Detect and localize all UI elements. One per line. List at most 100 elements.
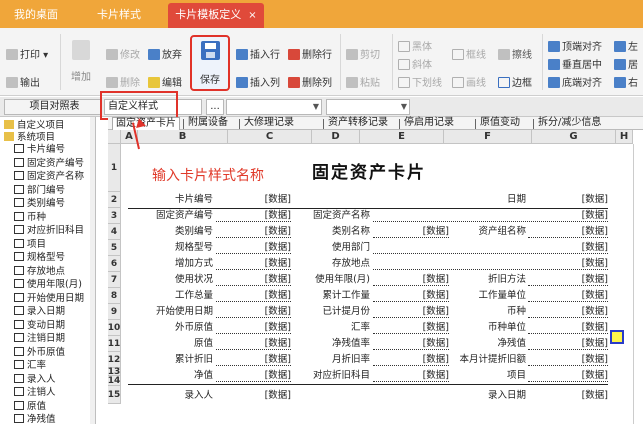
column-header[interactable]: F <box>444 130 532 144</box>
tab-card-template[interactable]: 卡片模板定义 × <box>168 3 264 28</box>
row-header[interactable]: 6 <box>108 256 121 272</box>
row-header[interactable]: 7 <box>108 272 121 288</box>
delete-button[interactable]: 删除 <box>106 76 140 92</box>
column-header[interactable]: B <box>138 130 228 144</box>
tree-item[interactable]: 录入日期 <box>14 306 65 317</box>
discard-button[interactable]: 放弃 <box>148 48 182 64</box>
paste-button[interactable]: 粘贴 <box>346 76 380 92</box>
tree-item[interactable]: 币种 <box>14 211 46 223</box>
scrollbar[interactable] <box>90 117 95 424</box>
bold-button[interactable]: 黑体 <box>398 40 432 56</box>
tree-item[interactable]: 注销日期 <box>14 333 65 344</box>
tree-item[interactable]: 固定资产编号 <box>14 157 84 169</box>
data-field[interactable]: [数据] <box>373 226 449 238</box>
data-field[interactable]: [数据] <box>216 226 291 238</box>
tab-desktop[interactable]: 我的桌面 <box>8 3 64 28</box>
data-field[interactable]: [数据] <box>373 354 449 366</box>
tree-item[interactable]: 注销人 <box>14 387 56 398</box>
data-field[interactable]: [数据] <box>216 322 291 334</box>
data-field[interactable]: [数据] <box>373 338 449 350</box>
align-center-button[interactable]: 居 <box>614 58 638 74</box>
tree-item[interactable]: 变动日期 <box>14 319 65 331</box>
tree-item[interactable]: 净残值 <box>14 414 56 424</box>
tab-card-style[interactable]: 卡片样式 <box>90 3 148 28</box>
column-header[interactable]: D <box>312 130 360 144</box>
font-select[interactable]: ▼ <box>226 99 322 115</box>
add-button[interactable]: 增加 <box>66 40 96 83</box>
data-field[interactable]: [数据] <box>373 306 449 318</box>
erase-line-button[interactable]: 擦线 <box>498 48 532 64</box>
data-field[interactable]: [数据] <box>528 274 608 286</box>
row-header[interactable]: 9 <box>108 304 121 320</box>
row-header[interactable]: 8 <box>108 288 121 304</box>
data-field[interactable]: [数据] <box>216 370 291 382</box>
data-field[interactable]: [数据] <box>373 258 608 270</box>
column-header[interactable]: E <box>360 130 444 144</box>
tree-item[interactable]: 对应折旧科目 <box>14 225 84 236</box>
data-field[interactable]: [数据] <box>528 322 608 334</box>
card-tab[interactable]: 固定资产卡片 <box>112 117 180 130</box>
align-right-button[interactable]: 右 <box>614 76 638 92</box>
tree-item[interactable]: 项目 <box>14 238 46 250</box>
card-tab[interactable]: 资产转移记录 <box>328 117 388 130</box>
tree-item[interactable]: 规格型号 <box>14 252 65 263</box>
project-mapping-button[interactable]: 项目对照表 <box>4 99 102 115</box>
border-button[interactable]: 边框 <box>498 76 532 92</box>
data-field[interactable]: [数据] <box>373 210 608 222</box>
column-header[interactable]: C <box>228 130 312 144</box>
underline-button[interactable]: 下划线 <box>398 76 442 92</box>
data-field[interactable]: [数据] <box>528 370 608 382</box>
data-field[interactable]: [数据] <box>216 290 291 302</box>
align-left-button[interactable]: 左 <box>614 40 638 56</box>
data-field[interactable]: [数据] <box>216 390 291 402</box>
more-button[interactable]: ... <box>206 99 224 115</box>
data-field[interactable]: [数据] <box>528 226 608 238</box>
data-field[interactable]: [数据] <box>373 274 449 286</box>
data-field[interactable]: [数据] <box>528 194 608 206</box>
align-top-button[interactable]: 顶端对齐 <box>548 40 602 56</box>
row-header[interactable]: 14 <box>108 376 121 386</box>
card-tab[interactable]: 原值变动 <box>480 117 520 130</box>
edit-button[interactable]: 编辑 <box>148 76 182 92</box>
column-header[interactable]: G <box>532 130 616 144</box>
draw-line-button[interactable]: 画线 <box>452 76 486 92</box>
delete-row-button[interactable]: 删除行 <box>288 48 332 64</box>
tree-item[interactable]: 外币原值 <box>14 346 65 358</box>
insert-col-button[interactable]: 插入列 <box>236 76 280 92</box>
tree-item[interactable]: 固定资产名称 <box>14 171 84 182</box>
tree-root[interactable]: 自定义项目 <box>4 120 65 131</box>
tree-item[interactable]: 使用年限(月) <box>14 279 82 290</box>
row-header[interactable]: 3 <box>108 208 121 224</box>
card-tab[interactable]: 拆分/减少信息 <box>538 117 601 130</box>
export-button[interactable]: 输出 <box>6 76 40 92</box>
data-field[interactable]: [数据] <box>373 290 449 302</box>
save-button[interactable]: 保存 <box>190 35 230 91</box>
row-header[interactable]: 2 <box>108 192 121 208</box>
tree-item[interactable]: 汇率 <box>14 360 46 371</box>
data-field[interactable]: [数据] <box>528 390 608 402</box>
data-field[interactable]: [数据] <box>528 290 608 302</box>
data-field[interactable]: [数据] <box>528 354 608 366</box>
data-field[interactable]: [数据] <box>528 306 608 318</box>
row-header[interactable]: 1 <box>108 144 121 192</box>
data-field[interactable]: [数据] <box>216 258 291 270</box>
tree-item[interactable]: 原值 <box>14 400 46 412</box>
tree-item[interactable]: 存放地点 <box>14 265 65 277</box>
card-tab[interactable]: 停启用记录 <box>404 117 454 130</box>
cut-button[interactable]: 剪切 <box>346 48 380 64</box>
insert-row-button[interactable]: 插入行 <box>236 48 280 64</box>
print-button[interactable]: 打印 ▾ <box>6 48 48 64</box>
data-field[interactable]: [数据] <box>216 210 291 222</box>
tree-item[interactable]: 卡片编号 <box>14 144 65 155</box>
align-middle-button[interactable]: 垂直居中 <box>548 58 602 74</box>
row-header[interactable]: 11 <box>108 336 121 352</box>
data-field[interactable]: [数据] <box>373 322 449 334</box>
card-tab[interactable]: 大修理记录 <box>244 117 294 130</box>
tree-item[interactable]: 开始使用日期 <box>14 292 84 304</box>
selected-cell[interactable] <box>610 330 624 344</box>
row-header[interactable]: 5 <box>108 240 121 256</box>
data-field[interactable]: [数据] <box>216 242 291 254</box>
font-size-select[interactable]: ▼ <box>326 99 410 115</box>
row-header[interactable]: 10 <box>108 320 121 336</box>
data-field[interactable]: [数据] <box>216 306 291 318</box>
